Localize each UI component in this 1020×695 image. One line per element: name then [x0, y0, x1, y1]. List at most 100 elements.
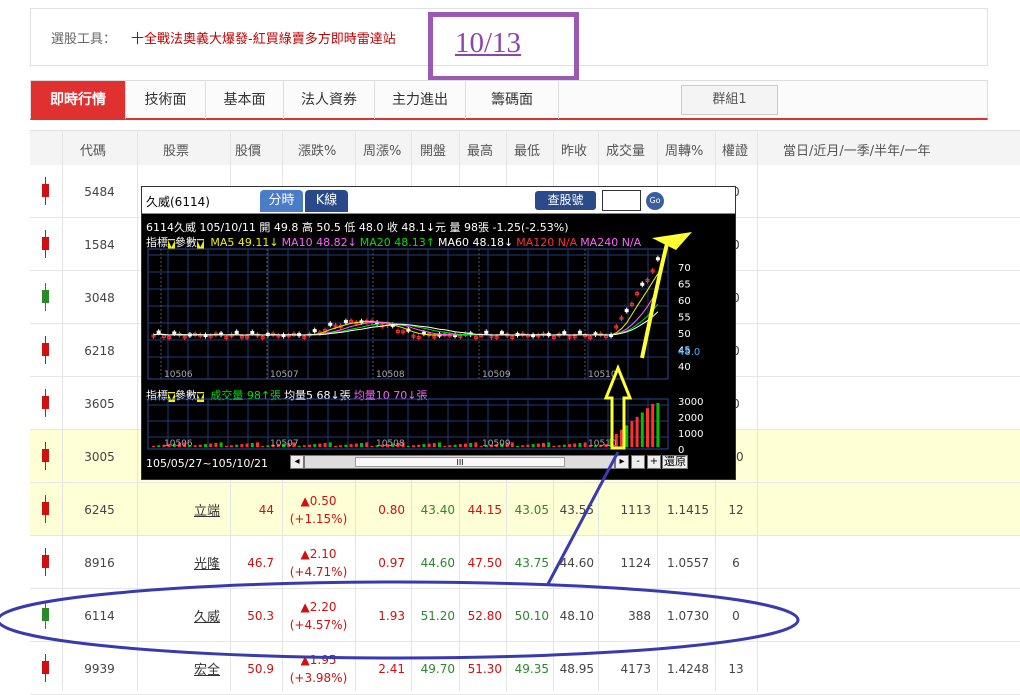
code-cell: 1584 — [84, 237, 115, 252]
volume-bar — [302, 445, 306, 447]
vol-cell: 4173 — [620, 661, 651, 676]
stock-link[interactable]: 宏全 — [194, 659, 220, 678]
candle-body — [312, 329, 317, 333]
col-code[interactable]: 代碼 — [80, 140, 106, 159]
date-link[interactable]: 10/13 — [455, 27, 521, 60]
price-tick-label: 65 — [678, 280, 691, 291]
warrant-cell: 0 — [732, 608, 740, 623]
change-value: ▲0.50 — [300, 493, 337, 508]
low-cell: 43.05 — [514, 502, 549, 517]
volume-tick-label: 2000 — [678, 413, 703, 424]
candle-body — [624, 309, 629, 313]
tab-chips[interactable]: 籌碼面 — [466, 81, 559, 119]
table-row[interactable]: 8916 光隆 46.7 ▲2.10 (+4.71%) 0.97 44.60 47.50 43.… — [30, 536, 1020, 589]
stock-name-cell: 宏全 — [137, 642, 230, 695]
axis-labels: 7065605550454048.03000200010000105061050… — [164, 263, 703, 456]
tab-technical[interactable]: 技術面 — [126, 81, 206, 119]
candle-body — [577, 330, 582, 334]
price-cell: 50.3 — [247, 608, 274, 623]
scrollbar[interactable]: III — [304, 455, 615, 469]
stock-name-cell: 久威 — [137, 589, 230, 642]
price-cell: 50.9 — [247, 661, 274, 676]
volume-bar — [469, 442, 473, 447]
volume-bar — [354, 443, 358, 447]
volume-bar — [245, 443, 249, 447]
code-cell: 3005 — [84, 449, 115, 464]
month-label: 10510 — [588, 439, 617, 449]
candle-icon — [42, 283, 49, 311]
open-cell: 49.70 — [420, 661, 455, 676]
col-price[interactable]: 股價 — [235, 140, 261, 159]
volume-bar — [328, 442, 332, 447]
col-volume[interactable]: 成交量 — [606, 140, 645, 159]
volume-bar — [261, 445, 265, 447]
volume-bar — [578, 442, 582, 447]
col-prev-close[interactable]: 昨收 — [561, 140, 587, 159]
turn-cell: 1.1415 — [667, 502, 709, 517]
candle-body — [156, 330, 161, 334]
col-period[interactable]: 當日/近月/一季/半年/一年 — [783, 140, 931, 159]
change-value: ▲1.95 — [300, 652, 337, 667]
col-open[interactable]: 開盤 — [420, 140, 446, 159]
volume-bar — [526, 444, 530, 447]
col-high[interactable]: 最高 — [467, 140, 493, 159]
stock-link[interactable]: 久威 — [194, 606, 220, 625]
stock-link[interactable]: 光隆 — [194, 553, 220, 572]
price-cell: 44 — [258, 502, 274, 517]
volume-bar — [193, 445, 197, 447]
volume-bar — [235, 444, 239, 447]
volume-bar — [240, 444, 244, 447]
price-cell: 46.7 — [247, 555, 274, 570]
tab-major-players[interactable]: 主力進出 — [375, 81, 466, 119]
col-low[interactable]: 最低 — [514, 140, 540, 159]
volume-bar — [573, 443, 577, 447]
group-button[interactable]: 群組1 — [681, 85, 778, 115]
prev-cell: 44.60 — [559, 555, 594, 570]
tab-institutional[interactable]: 法人資券 — [284, 81, 375, 119]
col-turnover[interactable]: 周轉% — [665, 140, 703, 159]
stock-link[interactable]: 立端 — [194, 500, 220, 519]
tab-fundamental[interactable]: 基本面 — [206, 81, 284, 119]
tab-realtime[interactable]: 即時行情 — [31, 81, 126, 119]
volume-bar — [406, 445, 410, 447]
volume-bar — [438, 442, 441, 447]
volume-bar — [474, 442, 478, 447]
volume-bar — [464, 443, 467, 447]
volume-bar — [646, 408, 649, 447]
open-cell: 44.60 — [420, 555, 455, 570]
month-label: 10509 — [482, 439, 511, 449]
volume-bar — [635, 416, 639, 447]
col-warrant[interactable]: 權證 — [722, 140, 748, 159]
reset-button[interactable]: 還原 — [662, 455, 688, 469]
volume-bar — [422, 444, 426, 447]
zoom-in-button[interactable]: + — [647, 455, 661, 469]
scroll-left-icon[interactable]: ◂ — [290, 455, 304, 469]
zoom-out-button[interactable]: - — [631, 455, 645, 469]
candle-icon — [42, 495, 49, 523]
wk-cell: 2.41 — [378, 661, 405, 676]
month-label: 10506 — [164, 439, 193, 449]
col-change[interactable]: 漲跌% — [298, 140, 336, 159]
price-tick-label: 70 — [678, 263, 691, 274]
volume-bar — [365, 442, 369, 447]
volume-bar — [412, 445, 415, 447]
candle-body — [250, 331, 255, 335]
volume-bar — [256, 442, 259, 447]
volume-bar — [620, 429, 623, 447]
code-cell: 3605 — [84, 396, 115, 411]
volume-bar — [536, 443, 540, 447]
candle-body — [343, 320, 348, 324]
volume-bar — [458, 444, 462, 447]
volume-bar — [318, 443, 322, 447]
table-row[interactable]: 6245 立端 44 ▲0.50 (+1.15%) 0.80 43.40 44.15 43.05… — [30, 483, 1020, 536]
scroll-thumb[interactable]: III — [355, 457, 565, 467]
candle-body — [655, 257, 660, 261]
prev-cell: 43.55 — [559, 502, 594, 517]
col-week-change[interactable]: 周漲% — [363, 140, 401, 159]
scroll-right-icon[interactable]: ▸ — [615, 455, 629, 469]
wk-cell: 0.80 — [378, 502, 405, 517]
code-cell: 8916 — [84, 555, 115, 570]
table-row[interactable]: 9939 宏全 50.9 ▲1.95 (+3.98%) 2.41 49.70 51.30 49.… — [30, 642, 1020, 695]
table-row[interactable]: 6114 久威 50.3 ▲2.20 (+4.57%) 1.93 51.20 52.80 50.… — [30, 589, 1020, 642]
col-stock[interactable]: 股票 — [163, 140, 189, 159]
